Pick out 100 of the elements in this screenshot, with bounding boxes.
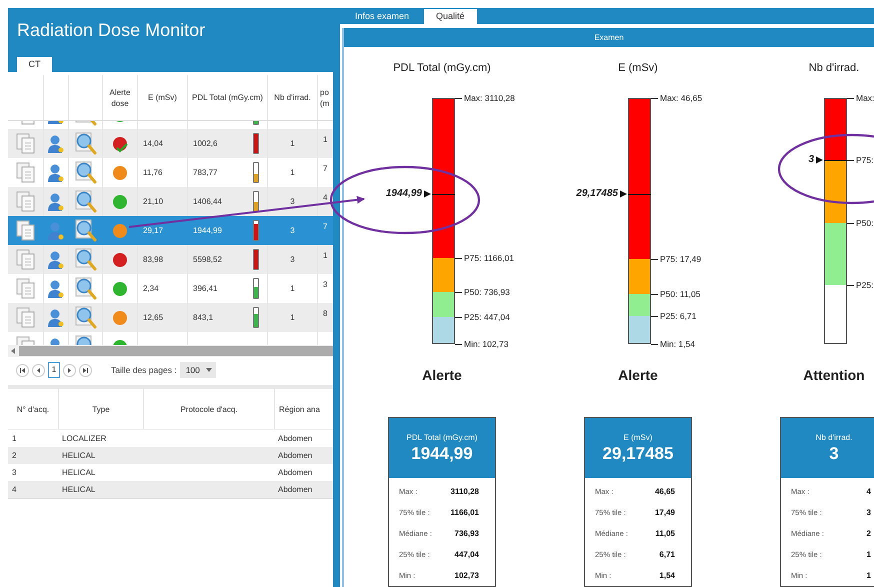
table-row[interactable]: 21,10 1406,44 3 4 <box>8 187 333 216</box>
app-title: Radiation Dose Monitor <box>17 20 206 41</box>
document-icon[interactable] <box>16 132 36 154</box>
gauge-title: PDL Total (mGy.cm) <box>392 62 492 74</box>
gauge-title: Nb d'irrad. <box>808 62 860 74</box>
tick-label: P75: <box>847 154 874 164</box>
magnifier-icon[interactable] <box>74 218 96 242</box>
gauge-title: E (mSv) <box>617 62 659 74</box>
user-icon[interactable] <box>48 278 64 298</box>
previous-page-icon <box>36 368 41 372</box>
stat-value: 4 <box>866 487 871 496</box>
stat-value: 46,65 <box>654 487 675 496</box>
value-marker-label: 1944,99 <box>386 188 422 200</box>
column-header: Nb d'irrad. <box>274 92 311 103</box>
stat-value: 736,93 <box>454 529 479 538</box>
tick-label: P75: 17,49 <box>651 254 702 264</box>
card-value: 3 <box>829 444 839 464</box>
table-cell: 3 <box>12 468 16 477</box>
table-cell: LOCALIZER <box>62 434 106 443</box>
section-header: Examen <box>344 28 874 47</box>
table-row[interactable]: 14,04 1002,6 1 1 <box>8 129 333 158</box>
magnifier-icon[interactable] <box>74 306 96 330</box>
user-icon[interactable] <box>48 308 64 328</box>
table-cell: Abdomen <box>278 485 312 494</box>
table-cell: 4 <box>323 193 328 202</box>
table-row[interactable]: 83,98 5598,52 3 1 <box>8 245 333 274</box>
stat-value: 3 <box>866 508 871 517</box>
user-icon[interactable] <box>48 192 64 212</box>
magnifier-icon[interactable] <box>74 248 96 272</box>
table-cell: 12,65 <box>143 313 164 322</box>
table-cell: 2,34 <box>143 284 159 293</box>
document-icon[interactable] <box>16 190 36 212</box>
table-cell: 1 <box>290 284 295 293</box>
scrollbar-thumb[interactable] <box>19 346 333 356</box>
stat-value: 2 <box>866 529 871 538</box>
user-icon[interactable] <box>48 162 64 182</box>
table-cell: 1406,44 <box>193 197 222 206</box>
card-value: 1944,99 <box>411 444 473 464</box>
table-cell: 1 <box>12 434 16 443</box>
marker-arrow-icon <box>816 156 823 163</box>
magnifier-icon[interactable] <box>74 132 96 156</box>
document-icon[interactable] <box>16 248 36 270</box>
tick-label: P50: 11,05 <box>651 288 700 299</box>
card-title: Nb d'irrad. <box>816 432 852 442</box>
first-page-button[interactable] <box>16 364 29 376</box>
table-cell: 783,77 <box>193 168 218 177</box>
table-cell: Abdomen <box>278 468 312 477</box>
last-page-button[interactable] <box>79 364 92 376</box>
column-header: Protocole d'acq. <box>180 404 238 414</box>
page-number-field[interactable]: 1 <box>48 362 60 378</box>
table-cell: 3 <box>290 197 295 206</box>
column-header: Région ana <box>279 404 320 414</box>
table-cell: 4 <box>12 485 16 494</box>
tab[interactable]: Infos examen <box>348 9 416 24</box>
next-page-button[interactable] <box>63 364 76 376</box>
document-icon[interactable] <box>16 220 36 242</box>
table-cell: 1 <box>323 135 328 144</box>
tick-label: P25: 447,04 <box>455 312 510 322</box>
table-cell: 29,17 <box>143 226 164 235</box>
table-cell: 21,10 <box>143 197 164 206</box>
modality-tab[interactable]: CT <box>17 57 52 72</box>
table-cell: 8 <box>323 309 328 318</box>
status-label: Attention <box>802 367 866 383</box>
stat-value: 1 <box>866 571 871 580</box>
table-cell: 5598,52 <box>193 255 222 264</box>
table-cell: 7 <box>323 164 328 173</box>
table-cell: 3 <box>290 255 295 264</box>
value-marker-label: 3 <box>808 154 814 166</box>
user-icon[interactable] <box>48 134 64 154</box>
tab[interactable]: Qualité <box>424 9 477 24</box>
page-size-dropdown[interactable]: 100 <box>180 362 216 378</box>
stat-value: 1 <box>866 550 871 559</box>
table-cell: 396,41 <box>193 284 218 293</box>
previous-page-button[interactable] <box>32 364 45 376</box>
magnifier-icon[interactable] <box>74 276 96 300</box>
tick-label: P25: 6,71 <box>651 310 696 321</box>
tick-label: P50: 736,93 <box>455 287 510 298</box>
last-page-icon <box>83 368 88 372</box>
table-cell: Abdomen <box>278 434 312 443</box>
table-cell: 1 <box>290 313 295 322</box>
status-label: Alerte <box>421 367 463 383</box>
user-icon[interactable] <box>48 220 64 240</box>
value-marker-label: 29,17485 <box>576 188 618 200</box>
card-title: PDL Total (mGy.cm) <box>406 432 478 442</box>
document-icon[interactable] <box>16 306 36 328</box>
magnifier-icon[interactable] <box>74 160 96 184</box>
table-cell: Abdomen <box>278 451 312 460</box>
document-icon[interactable] <box>16 162 36 184</box>
stat-value: 102,73 <box>454 571 479 580</box>
scroll-left-icon[interactable] <box>11 348 15 354</box>
tick-label: Min: 102,73 <box>455 339 508 349</box>
table-cell: 3 <box>323 280 328 289</box>
user-icon[interactable] <box>48 250 64 270</box>
magnifier-icon[interactable] <box>74 190 96 214</box>
table-cell: 3 <box>290 226 295 235</box>
next-page-icon <box>67 368 72 372</box>
stat-value: 11,05 <box>655 529 675 538</box>
table-row[interactable]: 12,65 843,1 1 8 <box>8 303 333 332</box>
document-icon[interactable] <box>16 278 36 300</box>
tick-label: Max: 3110,28 <box>455 93 515 103</box>
